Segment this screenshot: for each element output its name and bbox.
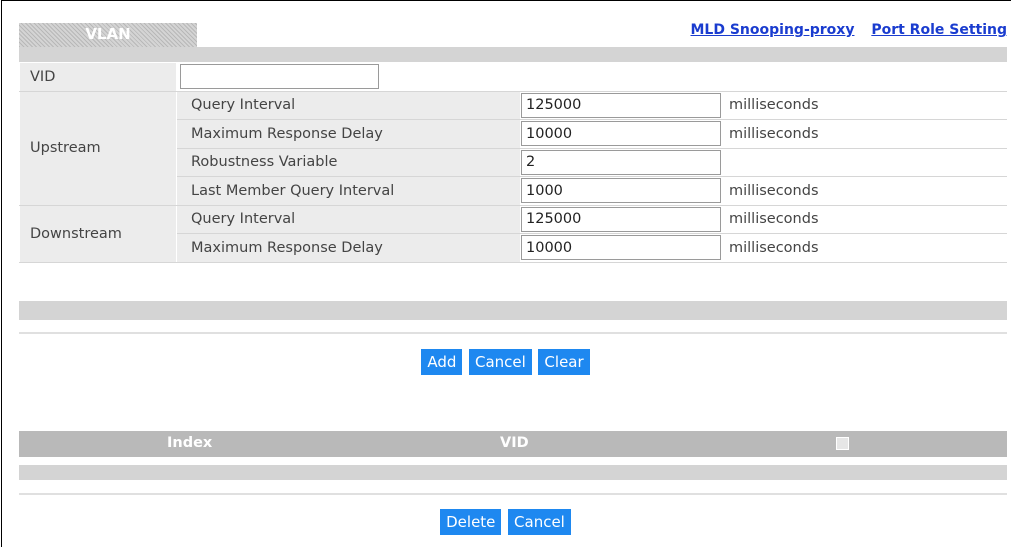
section-band-bottom <box>19 301 1007 320</box>
downstream-query-interval-input[interactable] <box>521 206 721 232</box>
upstream-max-response-delay-label: Maximum Response Delay <box>176 119 521 149</box>
vid-input[interactable] <box>180 64 379 90</box>
cancel-button[interactable]: Cancel <box>468 349 532 375</box>
divider <box>19 332 1007 334</box>
config-table: VID Upstream Query Interval milliseconds… <box>19 62 1007 263</box>
upstream-max-response-delay-input[interactable] <box>521 121 721 147</box>
upstream-row-1: Upstream Query Interval milliseconds <box>19 90 1007 206</box>
unit-label: milliseconds <box>722 204 1007 234</box>
vid-row: VID <box>19 62 1007 92</box>
column-vid: VID <box>500 435 529 451</box>
link-mld-snooping-proxy[interactable]: MLD Snooping-proxy <box>691 22 855 38</box>
list-header: Index VID <box>19 431 1007 457</box>
header-links: MLD Snooping-proxy Port Role Setting <box>679 22 1008 38</box>
divider <box>19 493 1007 495</box>
select-all-checkbox[interactable] <box>836 437 849 450</box>
upstream-query-interval-label: Query Interval <box>176 90 521 120</box>
upstream-last-member-query-interval-label: Last Member Query Interval <box>176 176 521 206</box>
clear-button[interactable]: Clear <box>538 349 590 375</box>
list-button-row: Delete Cancel <box>0 509 1011 535</box>
unit-label: milliseconds <box>722 90 1007 120</box>
vid-label: VID <box>19 62 177 92</box>
add-button[interactable]: Add <box>421 349 463 375</box>
form-button-row: Add Cancel Clear <box>0 349 1011 375</box>
column-index: Index <box>167 435 213 451</box>
section-band-top <box>19 47 1007 62</box>
cancel-button-2[interactable]: Cancel <box>508 509 571 535</box>
upstream-query-interval-input[interactable] <box>521 92 721 118</box>
downstream-row-1: Downstream Query Interval milliseconds <box>19 204 1007 263</box>
unit-label: milliseconds <box>722 176 1007 206</box>
downstream-query-interval-label: Query Interval <box>176 204 521 234</box>
unit-label: milliseconds <box>722 119 1007 149</box>
downstream-label: Downstream <box>19 204 177 263</box>
downstream-max-response-delay-label: Maximum Response Delay <box>176 233 521 263</box>
link-port-role-setting[interactable]: Port Role Setting <box>871 22 1007 38</box>
upstream-last-member-query-interval-input[interactable] <box>521 178 721 204</box>
upstream-label: Upstream <box>19 90 177 206</box>
upstream-robustness-variable-label: Robustness Variable <box>176 147 521 177</box>
delete-button[interactable]: Delete <box>440 509 502 535</box>
downstream-max-response-delay-input[interactable] <box>521 235 721 261</box>
upstream-robustness-variable-input[interactable] <box>521 149 721 175</box>
header: VLAN MLD Snooping-proxy Port Role Settin… <box>19 20 1007 47</box>
list-band <box>19 465 1007 480</box>
unit-label: milliseconds <box>722 233 1007 263</box>
tab-vlan[interactable]: VLAN <box>19 23 197 47</box>
unit-label <box>722 147 1007 177</box>
